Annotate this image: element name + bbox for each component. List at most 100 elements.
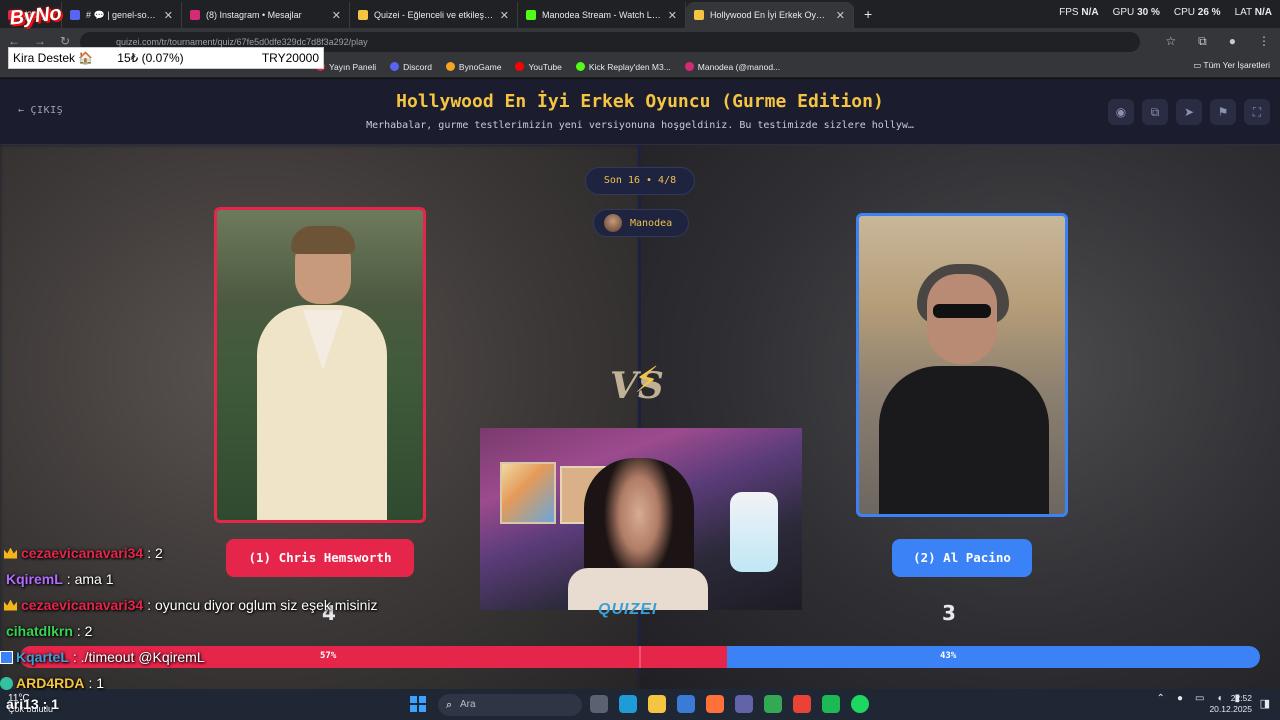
crown-badge-icon <box>4 599 17 611</box>
bookmark-label: Manodea (@manod... <box>697 61 781 72</box>
edge-icon[interactable] <box>619 695 637 713</box>
bookmark-label: Discord <box>403 61 432 72</box>
chat-username[interactable]: KqiremL <box>6 571 63 587</box>
chat-text: : 2 <box>147 545 163 561</box>
network-icon[interactable]: ▭ <box>1195 693 1204 704</box>
fullscreen-icon[interactable]: ⛶ <box>1244 99 1270 125</box>
windows-logo-tile <box>410 705 417 712</box>
donation-goal: TRY20000 <box>261 51 319 65</box>
browser-tab[interactable]: Manodea Stream - Watch Live ✕ <box>518 2 686 28</box>
chevron-up-icon[interactable]: ⌃ <box>1157 693 1165 704</box>
profile-icon[interactable]: ● <box>1229 34 1236 49</box>
chat-username[interactable]: cihatdlkrn <box>6 623 73 639</box>
browser-tab[interactable]: (8) Instagram • Mesajlar ✕ <box>182 2 350 28</box>
tab-favicon-icon <box>190 10 200 20</box>
clock-time: 22:52 <box>1230 693 1252 703</box>
chat-username[interactable]: KqarteL <box>16 649 69 665</box>
all-bookmarks-button[interactable]: ▭ Tüm Yer İşaretleri <box>1193 60 1270 71</box>
notification-icon[interactable]: ◨ <box>1260 697 1270 710</box>
chrome-active-icon[interactable] <box>793 695 811 713</box>
all-bookmarks-label: Tüm Yer İşaretleri <box>1203 60 1270 70</box>
spotify-icon[interactable] <box>851 695 869 713</box>
fps-stat: FPS N/A <box>1059 7 1098 18</box>
game-icon[interactable] <box>822 695 840 713</box>
chat-text: : ama 1 <box>66 571 114 587</box>
host-name: Manodea <box>630 217 673 229</box>
extensions-icon[interactable]: ⧉ <box>1198 34 1207 49</box>
chat-text: : oyuncu diyor oglum siz eşek misiniz <box>147 597 378 613</box>
chat-message: KqarteL: ./timeout @KqiremL <box>0 644 420 670</box>
browser-tab-strip: (234) # 💬 | genel-sohbet ✕ (8) Instagram … <box>0 0 1280 28</box>
file-explorer-icon[interactable] <box>648 695 666 713</box>
bookmark-item[interactable]: Kick Replay'den M3... <box>575 62 671 72</box>
wall-painting <box>500 462 556 524</box>
bookmark-item[interactable]: Discord <box>390 62 432 72</box>
eye-icon[interactable]: ◉ <box>1108 99 1134 125</box>
chat-username[interactable]: cezaevicanavari34 <box>21 597 143 613</box>
quiz-title: Hollywood En İyi Erkek Oyuncu (Gurme Edi… <box>396 91 884 112</box>
fps-label: FPS <box>1059 7 1079 18</box>
bookmark-star-icon[interactable]: ☆ <box>1165 34 1176 49</box>
chat-text: : 2 <box>76 623 93 639</box>
host-badge: Manodea <box>593 209 689 237</box>
chat-username[interactable]: ARD4RDA <box>16 675 84 691</box>
task-view-icon[interactable] <box>590 695 608 713</box>
figure-sunglasses <box>933 304 991 318</box>
stream-logo: ByNo <box>8 2 63 30</box>
search-icon: ⌕ <box>446 699 453 711</box>
teams-icon[interactable] <box>735 695 753 713</box>
donation-ticker: Kira Destek 🏠 15₺ (0.07%) TRY20000 <box>8 47 324 69</box>
chat-message: cezaevicanavari34: oyuncu diyor oglum si… <box>0 592 420 618</box>
tab-favicon-icon <box>694 10 704 20</box>
menu-icon[interactable]: ⋮ <box>1258 34 1270 49</box>
microphone-icon[interactable]: ● <box>1177 693 1183 704</box>
option-card-right[interactable] <box>856 213 1068 517</box>
close-tab-icon[interactable]: ✕ <box>332 9 341 22</box>
percent-right: 43% <box>940 651 957 661</box>
figure-suit <box>879 366 1049 514</box>
send-icon[interactable]: ➤ <box>1176 99 1202 125</box>
quiz-subtitle: Merhabalar, gurme testlerimizin yeni ver… <box>366 120 914 131</box>
lightning-icon: ⚡ <box>634 359 660 400</box>
bookmark-label: Yayın Paneli <box>329 61 377 72</box>
close-tab-icon[interactable]: ✕ <box>500 9 509 22</box>
bookmark-item[interactable]: YouTube <box>515 62 562 72</box>
share-icon[interactable]: ⧉ <box>1142 99 1168 125</box>
chat-username[interactable]: cezaevicanavari34 <box>21 545 143 561</box>
screen: (234) # 💬 | genel-sohbet ✕ (8) Instagram … <box>0 0 1280 720</box>
chrome-icon[interactable] <box>764 695 782 713</box>
clock-date: 20.12.2025 <box>1209 704 1252 714</box>
taskbar-apps <box>590 695 869 713</box>
new-tab-button[interactable]: + <box>854 6 882 22</box>
bookmark-label: BynoGame <box>458 61 502 72</box>
close-tab-icon[interactable]: ✕ <box>164 9 173 22</box>
bookmark-icon <box>575 62 585 71</box>
system-clock[interactable]: 22:52 20.12.2025 <box>1209 693 1252 715</box>
taskbar-search[interactable]: ⌕ Ara <box>438 694 582 716</box>
close-tab-icon[interactable]: ✕ <box>668 9 677 22</box>
flag-icon[interactable]: ⚑ <box>1210 99 1236 125</box>
donation-amount: 15₺ (0.07%) <box>117 51 184 65</box>
folder-icon: ▭ <box>1193 60 1204 70</box>
firefox-icon[interactable] <box>706 695 724 713</box>
browser-tab-active[interactable]: Hollywood En İyi Erkek Oyuncu ✕ <box>686 2 854 28</box>
browser-tab[interactable]: Quizei - Eğlenceli ve etkileşimli ✕ <box>350 2 518 28</box>
lat-value: N/A <box>1254 7 1272 18</box>
option-right-button[interactable]: (2) Al Pacino <box>892 539 1032 577</box>
start-button[interactable] <box>410 696 426 712</box>
close-tab-icon[interactable]: ✕ <box>836 9 845 22</box>
windows-logo-tile <box>410 696 417 703</box>
bookmark-item[interactable]: Yayın Paneli <box>316 62 376 72</box>
gpu-value: 30 % <box>1137 7 1160 18</box>
chat-overlay: cezaevicanavari34: 2 KqiremL: ama 1 cezaev… <box>0 540 420 696</box>
sub-badge-icon <box>0 676 13 690</box>
bookmark-item[interactable]: BynoGame <box>445 61 502 72</box>
figure-hair <box>291 226 355 254</box>
store-icon[interactable] <box>677 695 695 713</box>
chat-message: cihatdlkrn: 2 <box>0 618 420 644</box>
gpu-stat: GPU 30 % <box>1113 7 1160 18</box>
cpu-stat: CPU 26 % <box>1174 7 1221 18</box>
bookmark-icon <box>515 62 525 71</box>
option-card-left[interactable] <box>214 207 426 523</box>
bookmark-item[interactable]: Manodea (@manod... <box>684 61 781 72</box>
